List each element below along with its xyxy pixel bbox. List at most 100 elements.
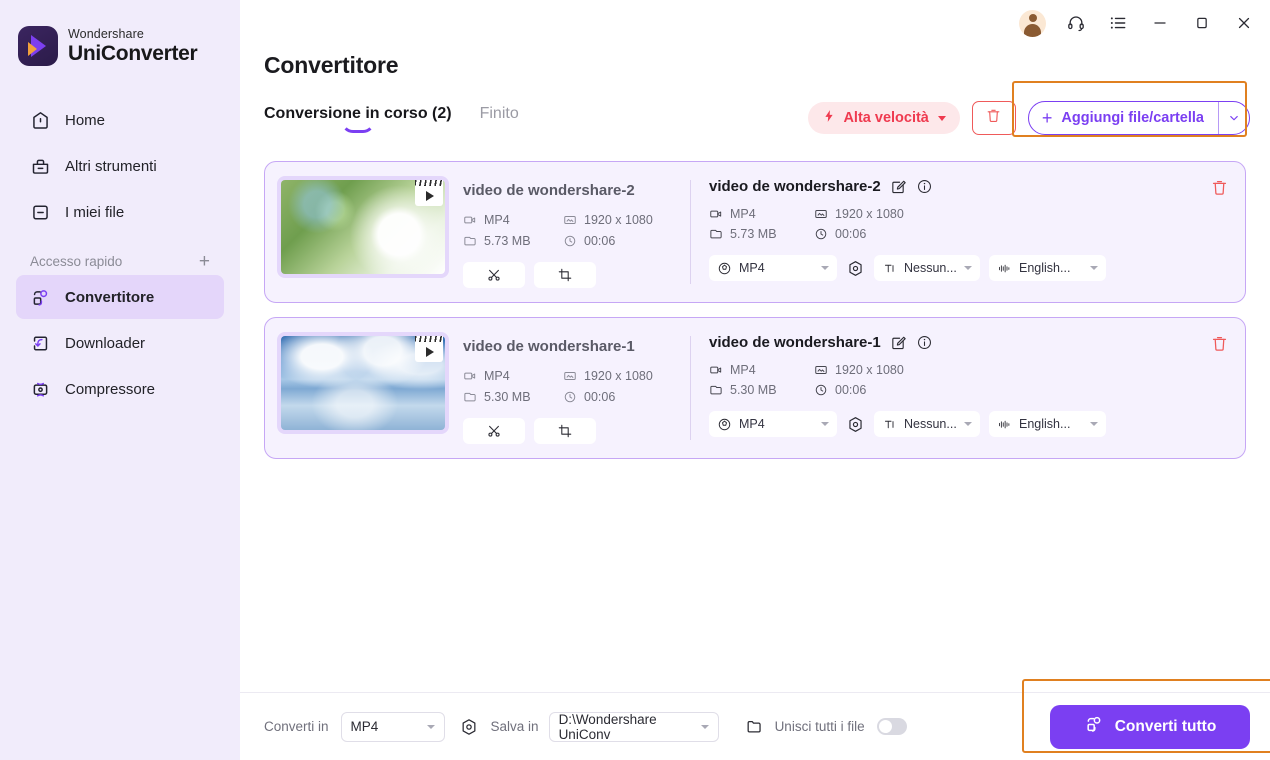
- minimize-icon[interactable]: [1148, 11, 1172, 35]
- info-icon[interactable]: [916, 178, 933, 195]
- maximize-icon[interactable]: [1190, 11, 1214, 35]
- play-preview-icon[interactable]: [415, 336, 443, 362]
- remove-file-button[interactable]: [1210, 178, 1229, 202]
- close-icon[interactable]: [1232, 11, 1256, 35]
- crop-button[interactable]: [534, 262, 596, 288]
- add-file-label: Aggiungi file/cartella: [1061, 110, 1204, 126]
- folder-icon: [709, 383, 723, 397]
- file-tools: [463, 262, 690, 288]
- audio-select[interactable]: English...: [989, 411, 1106, 437]
- output-resolution: 1920 x 1080: [814, 207, 1245, 221]
- remove-file-button[interactable]: [1210, 334, 1229, 358]
- meta-value: 1920 x 1080: [584, 369, 653, 383]
- format-select[interactable]: MP4: [709, 411, 837, 437]
- crop-button[interactable]: [534, 418, 596, 444]
- add-quick-access-icon[interactable]: +: [199, 252, 210, 271]
- video-camera-icon: [463, 369, 477, 383]
- chevron-down-icon: [821, 266, 829, 270]
- avatar[interactable]: [1019, 9, 1046, 37]
- open-folder-icon[interactable]: [745, 717, 764, 736]
- rename-icon[interactable]: [890, 178, 907, 195]
- format-disc-icon: [718, 418, 731, 430]
- add-file-dropdown-toggle[interactable]: [1219, 102, 1249, 134]
- add-file-folder-button[interactable]: + Aggiungi file/cartella: [1027, 101, 1250, 135]
- output-settings-gear-icon[interactable]: [459, 717, 479, 737]
- file-list: video de wondershare-2 MP4 1920 x 1080 5…: [240, 135, 1270, 692]
- resolution-icon: [563, 369, 577, 383]
- format-select[interactable]: MP4: [709, 255, 837, 281]
- rename-icon[interactable]: [890, 334, 907, 351]
- high-speed-label: Alta velocità: [843, 110, 929, 126]
- main-area: Convertitore Conversione in corso (2) Fi…: [240, 0, 1270, 760]
- convert-to-select[interactable]: MP4: [340, 711, 445, 742]
- brand-product-name: UniConverter: [68, 41, 198, 65]
- tab-label: Conversione in corso (2): [264, 105, 452, 122]
- trash-icon: [985, 107, 1002, 129]
- convert-to-label: Converti in: [264, 719, 329, 734]
- meta-value: MP4: [730, 363, 756, 377]
- thumbnail-container[interactable]: [277, 176, 449, 278]
- sidebar-item-i-miei-file[interactable]: I miei file: [16, 190, 224, 234]
- thumbnail-container[interactable]: [277, 332, 449, 434]
- subtitle-text-icon: [884, 420, 894, 428]
- settings-gear-icon[interactable]: [846, 259, 865, 278]
- sidebar-item-home[interactable]: Home: [16, 98, 224, 142]
- subtitle-select[interactable]: Nessun...: [874, 255, 980, 281]
- source-format: MP4: [463, 369, 563, 383]
- chevron-down-icon: [1230, 115, 1238, 121]
- meta-value: 1920 x 1080: [584, 213, 653, 227]
- sidebar-item-altri-strumenti[interactable]: Altri strumenti: [16, 144, 224, 188]
- sidebar-item-downloader[interactable]: Downloader: [16, 321, 224, 365]
- trim-button[interactable]: [463, 262, 525, 288]
- delete-all-button[interactable]: [971, 101, 1016, 135]
- trash-icon: [1212, 337, 1227, 351]
- file-card[interactable]: video de wondershare-1 MP4 1920 x 1080 5…: [264, 317, 1246, 459]
- play-preview-icon[interactable]: [415, 180, 443, 206]
- sidebar-item-convertitore[interactable]: Convertitore: [16, 275, 224, 319]
- source-duration: 00:06: [563, 390, 690, 404]
- sidebar-item-label: I miei file: [65, 203, 125, 221]
- sidebar-item-label: Altri strumenti: [65, 157, 157, 175]
- list-menu-icon[interactable]: [1106, 11, 1130, 35]
- output-format: MP4: [709, 207, 814, 221]
- source-file-name: video de wondershare-2: [463, 182, 635, 199]
- output-size: 5.30 MB: [709, 383, 814, 397]
- headset-icon[interactable]: [1064, 11, 1088, 35]
- sidebar-item-label: Downloader: [65, 334, 146, 352]
- chevron-down-icon: [821, 422, 829, 426]
- file-card[interactable]: video de wondershare-2 MP4 1920 x 1080 5…: [264, 161, 1246, 303]
- convert-all-button[interactable]: Converti tutto: [1050, 704, 1250, 749]
- meta-value: 00:06: [584, 390, 616, 404]
- convert-all-label: Converti tutto: [1114, 717, 1217, 735]
- home-icon: [30, 110, 51, 131]
- sidebar-item-compressore[interactable]: Compressore: [16, 367, 224, 411]
- tab-in-progress[interactable]: Conversione in corso (2): [264, 105, 452, 133]
- subtitle-value: Nessun...: [904, 261, 957, 275]
- merge-files-toggle[interactable]: [876, 718, 907, 735]
- audio-value: English...: [1019, 417, 1071, 431]
- info-icon[interactable]: [916, 334, 933, 351]
- high-speed-button[interactable]: Alta velocità: [808, 102, 960, 134]
- audio-select[interactable]: English...: [989, 255, 1106, 281]
- brand-company-name: Wondershare: [68, 27, 144, 42]
- subtitle-select[interactable]: Nessun...: [874, 411, 980, 437]
- trim-button[interactable]: [463, 418, 525, 444]
- source-resolution: 1920 x 1080: [563, 369, 690, 383]
- settings-gear-icon[interactable]: [846, 415, 865, 434]
- meta-value: MP4: [484, 213, 510, 227]
- save-path-select[interactable]: D:\Wondershare UniConv: [548, 711, 719, 742]
- brand-logo-area: Wondershare UniConverter: [0, 0, 240, 66]
- meta-value: 5.30 MB: [484, 390, 531, 404]
- window-titlebar: [240, 0, 1270, 46]
- meta-value: 1920 x 1080: [835, 207, 904, 221]
- active-tab-indicator: [340, 121, 375, 133]
- clock-icon: [563, 390, 577, 404]
- convert-all-area: Converti tutto: [1022, 678, 1270, 753]
- chevron-down-icon: [1090, 422, 1098, 426]
- lightning-icon: [822, 109, 836, 127]
- resolution-icon: [814, 207, 828, 221]
- clock-icon: [814, 227, 828, 241]
- meta-value: 5.73 MB: [484, 234, 531, 248]
- tab-finished[interactable]: Finito: [480, 105, 519, 131]
- meta-value: MP4: [484, 369, 510, 383]
